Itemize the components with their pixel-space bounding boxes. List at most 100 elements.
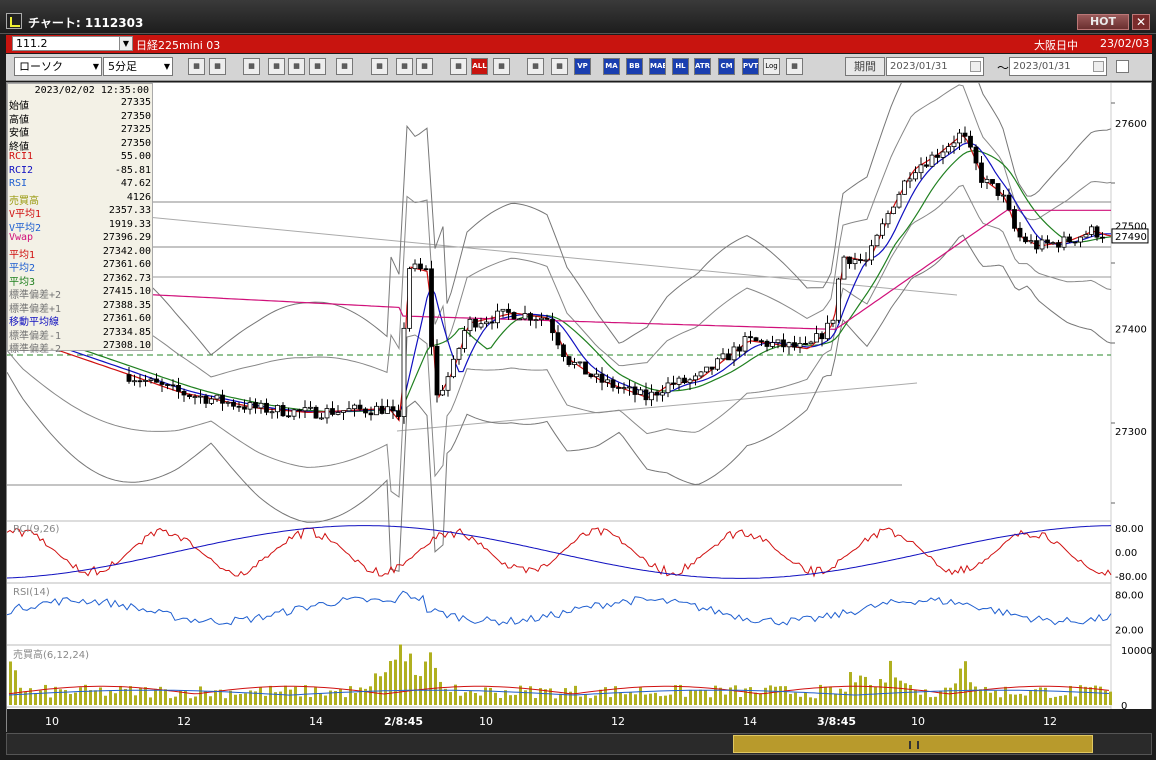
candle-body: [550, 318, 555, 334]
info-row: 安値 27325: [8, 124, 154, 139]
toolbar-zoom-icon[interactable]: ▦: [188, 58, 205, 75]
overview-scroll-thumb[interactable]: [733, 735, 1093, 753]
candle-body: [979, 162, 984, 183]
info-row: 移動平均線 27361.60: [8, 313, 154, 328]
toolbar-palette-icon[interactable]: ▦: [551, 58, 568, 75]
candle-body: [638, 389, 643, 395]
toolbar-cm-button[interactable]: CM: [718, 58, 735, 75]
volume-bar: [829, 686, 832, 705]
volume-bar: [619, 692, 622, 705]
chart-type-select[interactable]: ローソク ▼: [14, 57, 102, 76]
volume-bar: [9, 661, 12, 705]
info-row: 高値 27350: [8, 111, 154, 126]
info-value: 27325: [120, 124, 151, 135]
volume-bar: [349, 686, 352, 705]
candle-body: [913, 172, 918, 180]
calendar-icon[interactable]: [970, 61, 981, 72]
price-tick-label: 27400: [1115, 324, 1147, 335]
toolbar-candle-icon[interactable]: ▦: [416, 58, 433, 75]
toolbar-log-button[interactable]: Log: [763, 58, 780, 75]
toolbar-line-icon[interactable]: ▦: [336, 58, 353, 75]
volume-bar: [1069, 685, 1072, 705]
toolbar-mae-button[interactable]: MAE: [649, 58, 666, 75]
candle-body: [720, 353, 726, 360]
toolbar-settings-icon[interactable]: ▦: [493, 58, 510, 75]
toolbar-hl-button[interactable]: HL: [672, 58, 689, 75]
volume-bar: [734, 685, 737, 705]
toolbar-bb-button[interactable]: BB: [626, 58, 643, 75]
candle-body: [946, 146, 951, 153]
volume-bar: [454, 684, 457, 705]
volume-bar: [624, 694, 627, 705]
time-tick-label: 12: [177, 715, 191, 728]
toolbar-ma-button[interactable]: MA: [603, 58, 620, 75]
toolbar-vp-button[interactable]: VP: [574, 58, 591, 75]
volume-bar: [1004, 686, 1007, 705]
volume-bar: [319, 693, 322, 705]
toolbar-undo-icon[interactable]: ▦: [396, 58, 413, 75]
rci-long-line: [7, 525, 1112, 579]
volume-bar: [469, 690, 472, 705]
toolbar-grid-icon[interactable]: ▦: [288, 58, 305, 75]
period-button[interactable]: 期間: [845, 57, 885, 76]
volume-bar: [679, 684, 682, 705]
volume-bar: [484, 687, 487, 705]
hot-button[interactable]: HOT: [1077, 14, 1129, 30]
candle-body: [731, 346, 737, 361]
volume-bar: [1054, 696, 1057, 705]
overview-scrollbar[interactable]: [6, 733, 1152, 755]
candle-body: [533, 319, 539, 322]
volume-bar: [44, 684, 47, 705]
volume-bar: [634, 694, 637, 705]
candle-body: [1072, 241, 1078, 244]
rci-tick-label: 80.00: [1115, 524, 1144, 535]
candle-body: [302, 407, 308, 412]
volume-bar: [114, 693, 117, 705]
symbol-code-input[interactable]: 111.2: [12, 36, 124, 51]
toolbar-range-icon[interactable]: ▦: [268, 58, 285, 75]
close-icon[interactable]: ✕: [1132, 14, 1150, 30]
interval-select[interactable]: 5分足 ▼: [103, 57, 173, 76]
date-range-checkbox[interactable]: [1116, 60, 1129, 73]
volume-bar: [974, 686, 977, 705]
calendar-icon[interactable]: [1093, 61, 1104, 72]
date-to-input[interactable]: 2023/01/31: [1009, 57, 1107, 76]
time-tick-label: 10: [45, 715, 59, 728]
symbol-dropdown-chevron-icon[interactable]: ▼: [119, 36, 133, 51]
toolbar-cursor-icon[interactable]: ▦: [371, 58, 388, 75]
candle-body: [528, 313, 533, 321]
date-from-input[interactable]: 2023/01/31: [886, 57, 984, 76]
window-titlebar[interactable]: チャート: 1112303 HOT ✕: [0, 0, 1156, 34]
toolbar-pvt-button[interactable]: PVT: [742, 58, 759, 75]
toolbar-pin-icon[interactable]: ▦: [243, 58, 260, 75]
toolbar-export-icon[interactable]: ▦: [786, 58, 803, 75]
volume-bar: [1089, 687, 1092, 705]
info-value: 27362.73: [102, 272, 151, 284]
toolbar-bar-icon[interactable]: ▦: [209, 58, 226, 75]
volume-bar: [944, 687, 947, 705]
toolbar-bar2-icon[interactable]: ▦: [450, 58, 467, 75]
candle-body: [308, 406, 313, 409]
toolbar-atr-button[interactable]: ATR: [694, 58, 711, 75]
candle-body: [137, 380, 143, 383]
volume-bar: [724, 694, 727, 705]
volume-bar: [839, 688, 842, 705]
toolbar-ruler-icon[interactable]: ▦: [527, 58, 544, 75]
candle-body: [885, 213, 891, 225]
chart-canvas[interactable]: 2760027500274002730027490RCI(9,26) 80.000…: [7, 83, 1153, 733]
candle-body: [605, 379, 610, 383]
toolbar-text-icon[interactable]: ▦: [309, 58, 326, 75]
volume-bar: [809, 697, 812, 705]
candle-body: [753, 337, 759, 342]
info-row: 始値 27335: [8, 97, 154, 112]
volume-bar: [154, 688, 157, 705]
info-label: 標準偏差-2: [9, 344, 62, 355]
candle-body: [192, 396, 198, 398]
info-row: 標準偏差+2 27415.10: [8, 286, 154, 301]
toolbar-all-button[interactable]: ALL: [471, 58, 488, 75]
chart-area[interactable]: 27600 27500 27400 27300 27490 RCI(9,26) 80.00 0…: [6, 82, 1153, 733]
volume-bar: [879, 679, 882, 705]
candle-body: [401, 327, 407, 417]
info-row: RSI 47.62: [8, 178, 154, 191]
volume-bar: [844, 691, 847, 705]
